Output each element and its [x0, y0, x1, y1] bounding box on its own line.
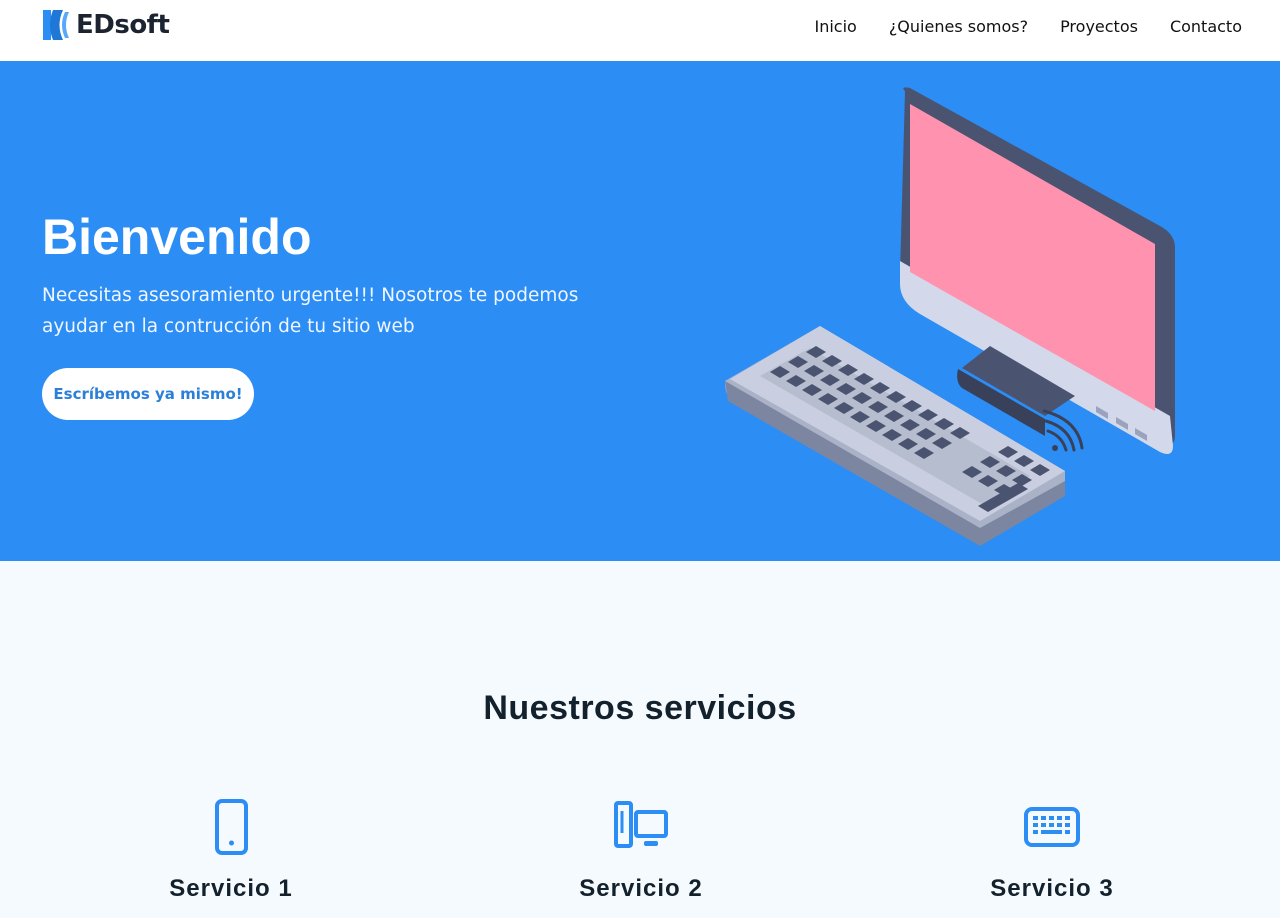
desktop-devices-icon	[614, 801, 668, 848]
brand-logo[interactable]: EDsoft	[41, 8, 170, 42]
nav-proyectos[interactable]: Proyectos	[1060, 16, 1138, 38]
main-nav: Inicio ¿Quienes somos? Proyectos Contact…	[814, 16, 1242, 38]
nav-quienes-somos[interactable]: ¿Quienes somos?	[889, 16, 1028, 38]
site-header: EDsoft Inicio ¿Quienes somos? Proyectos …	[0, 0, 1280, 61]
service-title: Servicio 1	[169, 875, 293, 902]
service-card-3: Servicio 3	[922, 799, 1182, 903]
nav-inicio[interactable]: Inicio	[814, 16, 856, 38]
service-title: Servicio 2	[579, 875, 703, 902]
mobile-phone-icon	[215, 799, 248, 855]
hero-title: Bienvenido	[42, 209, 312, 265]
service-card-2: Servicio 2	[511, 799, 771, 903]
service-card-1: Servicio 1	[101, 799, 361, 903]
services-section: Nuestros servicios Servicio 1 Servicio 2…	[0, 561, 1280, 918]
hero-description: Necesitas asesoramiento urgente!!! Nosot…	[42, 285, 579, 337]
desktop-computer-illustration	[725, 87, 1175, 546]
nav-contacto[interactable]: Contacto	[1170, 16, 1242, 38]
hero-section: Bienvenido Necesitas asesoramiento urgen…	[0, 61, 1280, 561]
service-title: Servicio 3	[990, 875, 1114, 902]
services-title: Nuestros servicios	[483, 689, 797, 727]
brand-name: EDsoft	[76, 10, 170, 40]
contact-cta-button[interactable]: Escríbemos ya mismo!	[42, 368, 254, 420]
keyboard-icon	[1024, 807, 1080, 847]
brand-logo-icon	[43, 10, 69, 40]
